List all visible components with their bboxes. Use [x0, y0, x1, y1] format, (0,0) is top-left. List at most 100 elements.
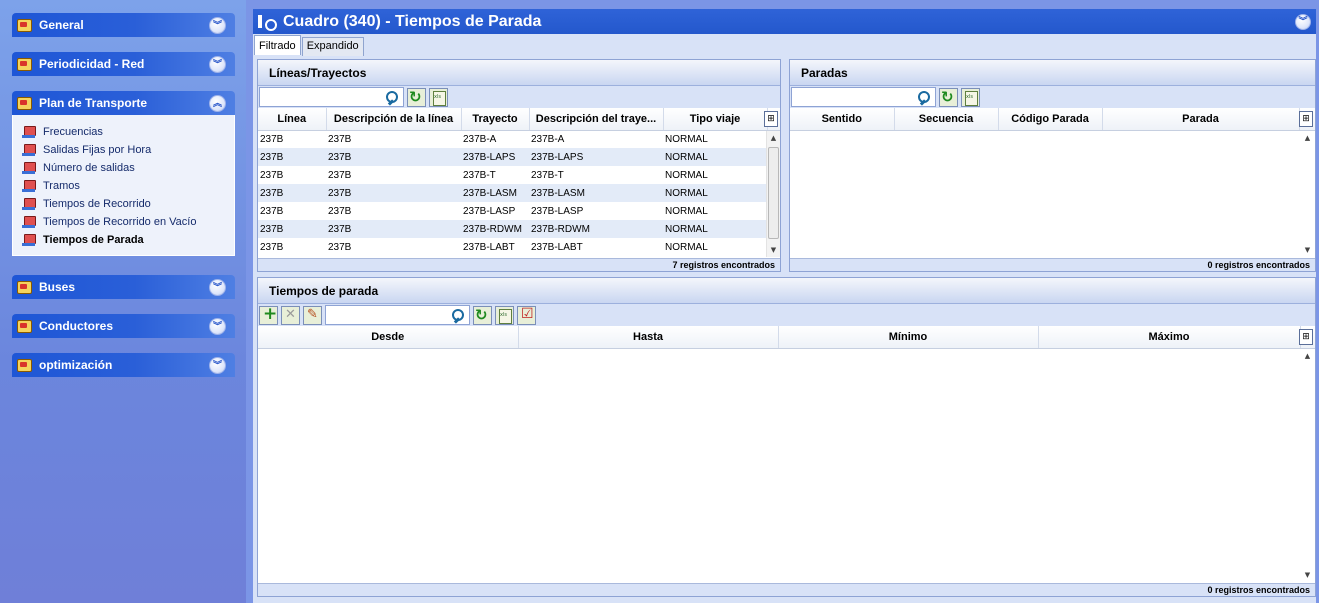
- column-header[interactable]: Parada: [1102, 108, 1300, 131]
- export-excel-button[interactable]: [495, 305, 514, 325]
- column-header[interactable]: Trayecto: [461, 108, 530, 131]
- column-header[interactable]: Máximo: [1038, 326, 1301, 349]
- validate-button[interactable]: [517, 305, 536, 325]
- table-row[interactable]: 237B 237B 237B-A 237B-A NORMAL: [258, 130, 780, 148]
- column-chooser-icon[interactable]: ⊞: [764, 111, 778, 127]
- group-buses: Buses ︾: [12, 275, 235, 299]
- salidas-fijas-icon: [22, 143, 37, 158]
- scroll-up-icon[interactable]: ▲: [1301, 349, 1314, 363]
- paradas-search-input[interactable]: [792, 88, 917, 106]
- delete-button[interactable]: [281, 305, 300, 325]
- sidebar-item-tiempos-recorrido-vacio[interactable]: Tiempos de Recorrido en Vacío: [22, 213, 234, 231]
- sidebar-item-tiempos-parada[interactable]: Tiempos de Parada: [22, 231, 234, 249]
- export-excel-button[interactable]: [961, 87, 980, 107]
- table-cell: 237B: [258, 220, 326, 238]
- sidebar-item-tiempos-recorrido[interactable]: Tiempos de Recorrido: [22, 195, 234, 213]
- chevron-down-icon[interactable]: ︾: [209, 317, 226, 335]
- column-chooser-icon[interactable]: ⊞: [1299, 111, 1313, 127]
- paradas-scrollbar[interactable]: ▲ ▼: [1301, 131, 1315, 257]
- column-chooser-icon[interactable]: ⊞: [1299, 329, 1313, 345]
- group-body-plan-transporte: Frecuencias Salidas Fijas por Hora Númer…: [12, 115, 235, 256]
- lineas-scrollbar[interactable]: ▲ ▼: [766, 131, 780, 257]
- export-excel-button[interactable]: [429, 87, 448, 107]
- search-icon[interactable]: [386, 90, 401, 105]
- table-row[interactable]: 237B 237B 237B-LABT 237B-LABT NORMAL: [258, 238, 780, 256]
- lineas-search-input[interactable]: [260, 88, 385, 106]
- vertical-splitter[interactable]: [781, 59, 787, 272]
- column-header[interactable]: Descripción del traye...: [529, 108, 664, 131]
- scroll-up-icon[interactable]: ▲: [1301, 131, 1314, 145]
- sidebar-item-numero-salidas[interactable]: Número de salidas: [22, 159, 234, 177]
- column-header[interactable]: Sentido: [790, 108, 895, 131]
- sidebar-item-salidas-fijas[interactable]: Salidas Fijas por Hora: [22, 141, 234, 159]
- refresh-button[interactable]: [939, 87, 958, 107]
- add-button[interactable]: [259, 304, 278, 325]
- table-header-row: Línea Descripción de la línea Trayecto D…: [258, 108, 780, 131]
- column-header[interactable]: Secuencia: [894, 108, 999, 131]
- table-cell: 237B-LABT: [463, 241, 515, 253]
- group-header-periodicidad[interactable]: Periodicidad - Red ︾: [12, 52, 235, 76]
- chevron-down-icon[interactable]: ︾: [209, 356, 226, 374]
- sidebar-item-label: Tiempos de Recorrido en Vacío: [43, 216, 197, 228]
- lineas-search: [259, 87, 404, 107]
- tiempos-search-input[interactable]: [326, 306, 451, 324]
- scroll-down-icon[interactable]: ▼: [1301, 243, 1314, 257]
- group-label: Buses: [39, 280, 76, 294]
- column-header[interactable]: Código Parada: [998, 108, 1103, 131]
- scroll-down-icon[interactable]: ▼: [767, 243, 780, 257]
- tab-expandido[interactable]: Expandido: [301, 37, 364, 56]
- group-label: optimización: [39, 358, 113, 372]
- table-cell: 237B: [328, 241, 352, 253]
- column-header[interactable]: Línea: [258, 108, 327, 131]
- scroll-up-icon[interactable]: ▲: [767, 131, 780, 145]
- tiempos-recorrido-vacio-icon: [22, 215, 37, 230]
- group-header-general[interactable]: General ︾: [12, 13, 235, 37]
- scroll-down-icon[interactable]: ▼: [1301, 568, 1314, 582]
- table-row[interactable]: 237B 237B 237B-T 237B-T NORMAL: [258, 166, 780, 184]
- paradas-table: Sentido Secuencia Código Parada Parada: [790, 108, 1315, 131]
- table-row[interactable]: 237B 237B 237B-LASP 237B-LASP NORMAL: [258, 202, 780, 220]
- table-row[interactable]: 237B 237B 237B-RDWM 237B-RDWM NORMAL: [258, 220, 780, 238]
- column-header[interactable]: Desde: [258, 326, 519, 349]
- table-cell: 237B-LAPS: [461, 148, 529, 166]
- group-header-buses[interactable]: Buses ︾: [12, 275, 235, 299]
- chevron-up-icon[interactable]: ︽: [209, 94, 226, 112]
- tiempos-scrollbar[interactable]: ▲ ▼: [1301, 349, 1315, 582]
- refresh-button[interactable]: [407, 87, 426, 107]
- paradas-status: 0 registros encontrados: [790, 258, 1315, 271]
- group-header-optimizacion[interactable]: optimización ︾: [12, 353, 235, 377]
- edit-button[interactable]: [303, 305, 322, 325]
- group-optimizacion: optimización ︾: [12, 353, 235, 377]
- table-cell: 237B-LASP: [531, 205, 584, 217]
- search-icon[interactable]: [452, 308, 467, 323]
- paradas-panel-title: Paradas: [790, 60, 1315, 86]
- table-cell: 237B: [328, 169, 352, 181]
- group-header-conductores[interactable]: Conductores ︾: [12, 314, 235, 338]
- table-cell: 237B: [326, 184, 461, 202]
- tab-filtrado[interactable]: Filtrado: [254, 35, 301, 55]
- lineas-table: Línea Descripción de la línea Trayecto D…: [258, 108, 780, 256]
- chevron-down-icon[interactable]: ︾: [209, 55, 226, 73]
- table-header-row: Sentido Secuencia Código Parada Parada: [790, 108, 1315, 131]
- refresh-button[interactable]: [473, 305, 492, 325]
- column-header[interactable]: Descripción de la línea: [326, 108, 462, 131]
- group-label: Periodicidad - Red: [39, 57, 145, 71]
- sidebar-item-tramos[interactable]: Tramos: [22, 177, 234, 195]
- chevron-down-icon[interactable]: ︾: [209, 16, 226, 34]
- search-icon[interactable]: [918, 90, 933, 105]
- table-cell: 237B-LASM: [461, 184, 529, 202]
- column-header[interactable]: Tipo viaje: [663, 108, 768, 131]
- scroll-thumb[interactable]: [768, 147, 779, 239]
- column-header[interactable]: Hasta: [518, 326, 779, 349]
- lineas-toolbar: [258, 86, 780, 108]
- column-header[interactable]: Mínimo: [778, 326, 1039, 349]
- table-row[interactable]: 237B 237B 237B-LASM 237B-LASM NORMAL: [258, 184, 780, 202]
- chevron-down-icon[interactable]: ︾: [209, 278, 226, 296]
- sidebar-item-frecuencias[interactable]: Frecuencias: [22, 123, 234, 141]
- sidebar-item-label: Tiempos de Parada: [43, 234, 144, 246]
- table-cell: 237B: [328, 133, 352, 145]
- group-periodicidad: Periodicidad - Red ︾: [12, 52, 235, 76]
- chevron-down-icon[interactable]: ︾: [1295, 13, 1311, 30]
- group-header-plan-transporte[interactable]: Plan de Transporte ︽: [12, 91, 235, 115]
- table-row[interactable]: 237B 237B 237B-LAPS 237B-LAPS NORMAL: [258, 148, 780, 166]
